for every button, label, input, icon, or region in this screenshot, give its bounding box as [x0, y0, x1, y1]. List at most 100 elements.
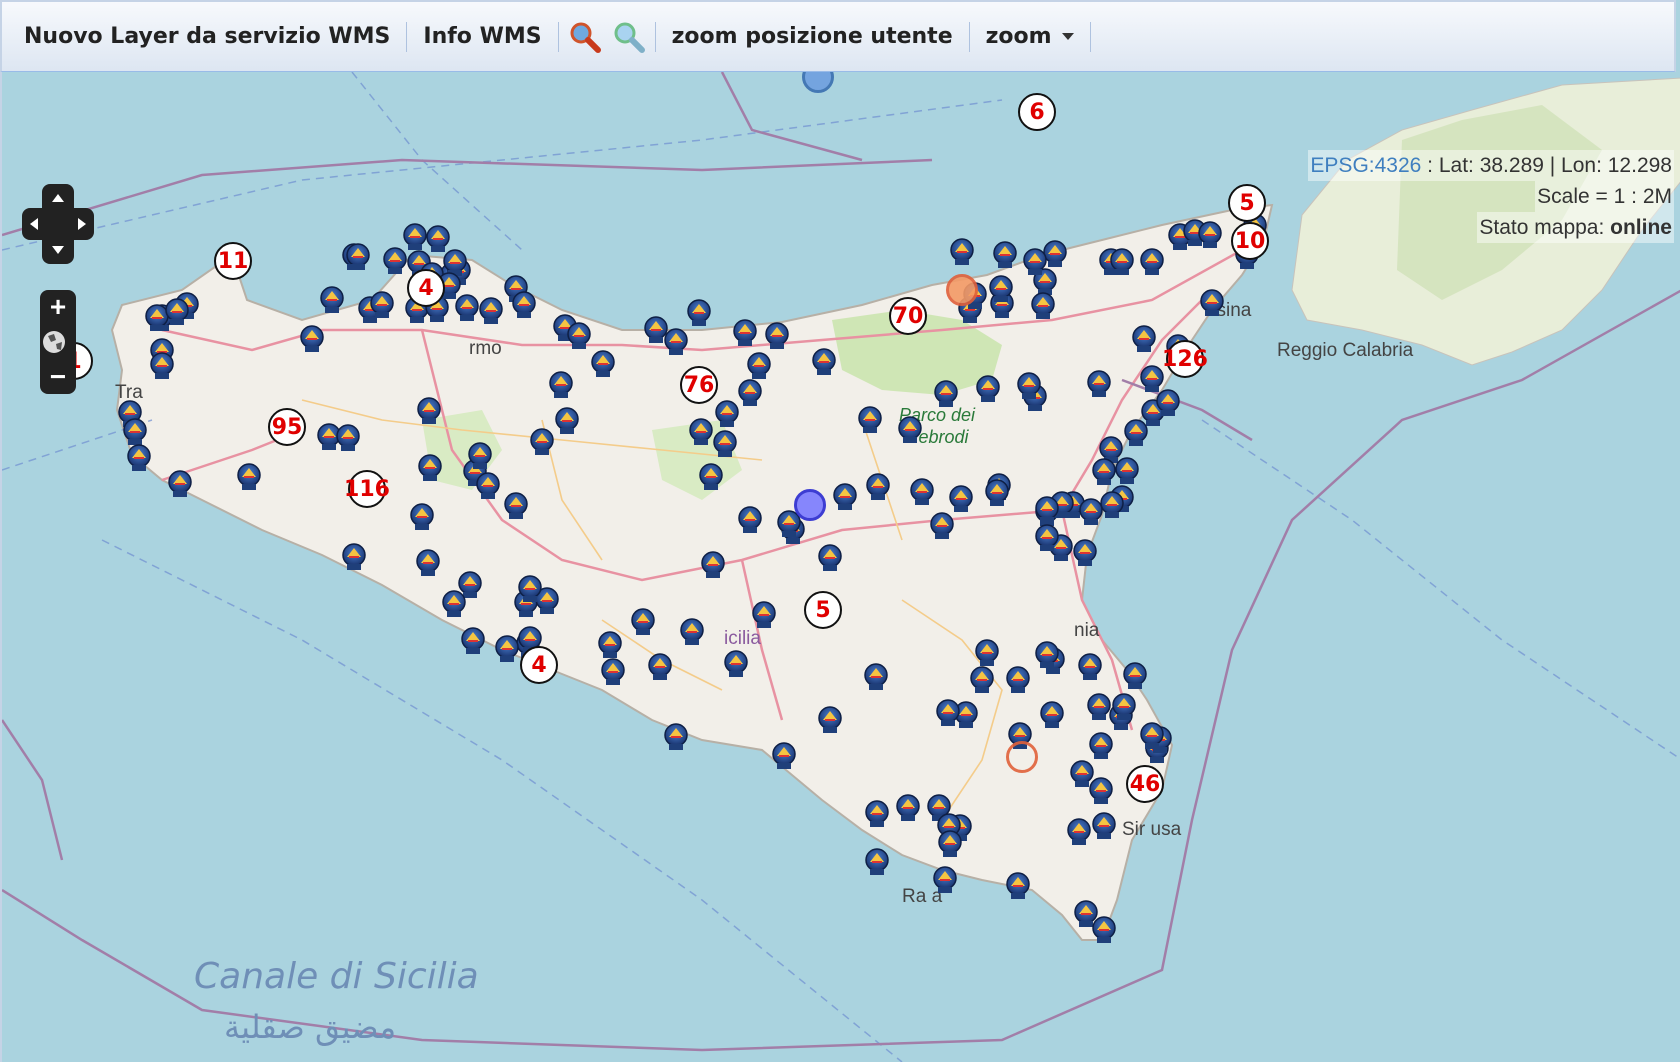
cluster-marker[interactable]: 4	[520, 646, 558, 684]
station-marker-icon[interactable]	[818, 544, 842, 572]
station-marker-icon[interactable]	[713, 430, 737, 458]
station-marker-icon[interactable]	[418, 454, 442, 482]
new-wms-layer-button[interactable]: Nuovo Layer da servizio WMS	[12, 17, 402, 57]
station-marker-icon[interactable]	[1123, 662, 1147, 690]
cluster-marker[interactable]: 11	[214, 242, 252, 280]
station-marker-icon[interactable]	[818, 706, 842, 734]
station-marker-icon[interactable]	[1031, 292, 1055, 320]
station-marker-icon[interactable]	[342, 543, 366, 571]
station-marker-icon[interactable]	[1040, 701, 1064, 729]
station-marker-icon[interactable]	[504, 492, 528, 520]
station-marker-icon[interactable]	[1087, 370, 1111, 398]
station-marker-icon[interactable]	[346, 243, 370, 271]
station-marker-icon[interactable]	[591, 350, 615, 378]
station-marker-icon[interactable]	[896, 794, 920, 822]
station-marker-icon[interactable]	[1006, 872, 1030, 900]
station-marker-icon[interactable]	[1156, 389, 1180, 417]
station-marker-icon[interactable]	[1035, 524, 1059, 552]
station-marker-icon[interactable]	[1132, 325, 1156, 353]
zoom-out-button[interactable]: −	[40, 360, 76, 394]
station-marker-icon[interactable]	[476, 472, 500, 500]
blue-point-marker[interactable]	[794, 489, 826, 521]
station-marker-icon[interactable]	[976, 375, 1000, 403]
station-marker-icon[interactable]	[1006, 666, 1030, 694]
station-marker-icon[interactable]	[772, 742, 796, 770]
station-marker-icon[interactable]	[1124, 419, 1148, 447]
station-marker-icon[interactable]	[833, 483, 857, 511]
station-marker-icon[interactable]	[127, 444, 151, 472]
zoom-in-button[interactable]: +	[40, 290, 76, 324]
station-marker-icon[interactable]	[1092, 916, 1116, 944]
station-marker-icon[interactable]	[410, 503, 434, 531]
station-marker-icon[interactable]	[1078, 653, 1102, 681]
station-marker-icon[interactable]	[724, 650, 748, 678]
station-marker-icon[interactable]	[1089, 732, 1113, 760]
station-marker-icon[interactable]	[320, 286, 344, 314]
station-marker-icon[interactable]	[1035, 496, 1059, 524]
station-marker-icon[interactable]	[601, 658, 625, 686]
station-marker-icon[interactable]	[1100, 491, 1124, 519]
station-marker-icon[interactable]	[495, 635, 519, 663]
cluster-marker[interactable]: 126	[1162, 340, 1208, 378]
station-marker-icon[interactable]	[1198, 221, 1222, 249]
station-marker-icon[interactable]	[479, 297, 503, 325]
station-marker-icon[interactable]	[701, 551, 725, 579]
station-marker-icon[interactable]	[866, 473, 890, 501]
station-marker-icon[interactable]	[689, 418, 713, 446]
cluster-marker[interactable]: 4	[407, 269, 445, 307]
station-marker-icon[interactable]	[864, 663, 888, 691]
station-marker-icon[interactable]	[812, 348, 836, 376]
cluster-marker[interactable]: 10	[1231, 222, 1269, 260]
station-marker-icon[interactable]	[898, 416, 922, 444]
station-marker-icon[interactable]	[936, 699, 960, 727]
station-marker-icon[interactable]	[733, 319, 757, 347]
station-marker-icon[interactable]	[715, 400, 739, 428]
station-marker-icon[interactable]	[237, 463, 261, 491]
zoom-dropdown-button[interactable]: zoom	[974, 17, 1086, 57]
map-viewport[interactable]: Canale di Sicilia مضيق صقلية Reggio Cala…	[0, 72, 1680, 1062]
station-marker-icon[interactable]	[680, 618, 704, 646]
station-marker-icon[interactable]	[765, 322, 789, 350]
station-marker-icon[interactable]	[518, 575, 542, 603]
station-marker-icon[interactable]	[336, 424, 360, 452]
station-marker-icon[interactable]	[738, 379, 762, 407]
station-marker-icon[interactable]	[865, 848, 889, 876]
station-marker-icon[interactable]	[549, 371, 573, 399]
cluster-marker[interactable]: 76	[680, 366, 718, 404]
station-marker-icon[interactable]	[933, 866, 957, 894]
station-marker-icon[interactable]	[468, 442, 492, 470]
station-marker-icon[interactable]	[648, 653, 672, 681]
station-marker-icon[interactable]	[1035, 641, 1059, 669]
zoom-user-position-button[interactable]: zoom posizione utente	[660, 17, 965, 57]
station-marker-icon[interactable]	[150, 352, 174, 380]
magnifier-minus-icon[interactable]	[607, 17, 651, 57]
station-marker-icon[interactable]	[1140, 722, 1164, 750]
station-marker-icon[interactable]	[687, 299, 711, 327]
station-marker-icon[interactable]	[865, 800, 889, 828]
station-marker-icon[interactable]	[664, 723, 688, 751]
orange-ring-marker[interactable]	[1006, 741, 1038, 773]
station-marker-icon[interactable]	[938, 830, 962, 858]
station-marker-icon[interactable]	[1112, 693, 1136, 721]
station-marker-icon[interactable]	[752, 601, 776, 629]
station-marker-icon[interactable]	[1017, 372, 1041, 400]
cluster-marker[interactable]: 116	[344, 470, 390, 508]
station-marker-icon[interactable]	[442, 590, 466, 618]
station-marker-icon[interactable]	[383, 247, 407, 275]
station-marker-icon[interactable]	[989, 275, 1013, 303]
station-marker-icon[interactable]	[567, 322, 591, 350]
station-marker-icon[interactable]	[1070, 760, 1094, 788]
station-marker-icon[interactable]	[168, 470, 192, 498]
station-marker-icon[interactable]	[300, 325, 324, 353]
station-marker-icon[interactable]	[1200, 289, 1224, 317]
station-marker-icon[interactable]	[416, 549, 440, 577]
station-marker-icon[interactable]	[975, 639, 999, 667]
station-marker-icon[interactable]	[930, 512, 954, 540]
station-marker-icon[interactable]	[699, 463, 723, 491]
epsg-label[interactable]: EPSG:4326	[1310, 154, 1421, 177]
magnifier-plus-icon[interactable]	[563, 17, 607, 57]
station-marker-icon[interactable]	[1110, 248, 1134, 276]
station-marker-icon[interactable]	[738, 506, 762, 534]
station-marker-icon[interactable]	[1092, 458, 1116, 486]
station-marker-icon[interactable]	[1067, 818, 1091, 846]
